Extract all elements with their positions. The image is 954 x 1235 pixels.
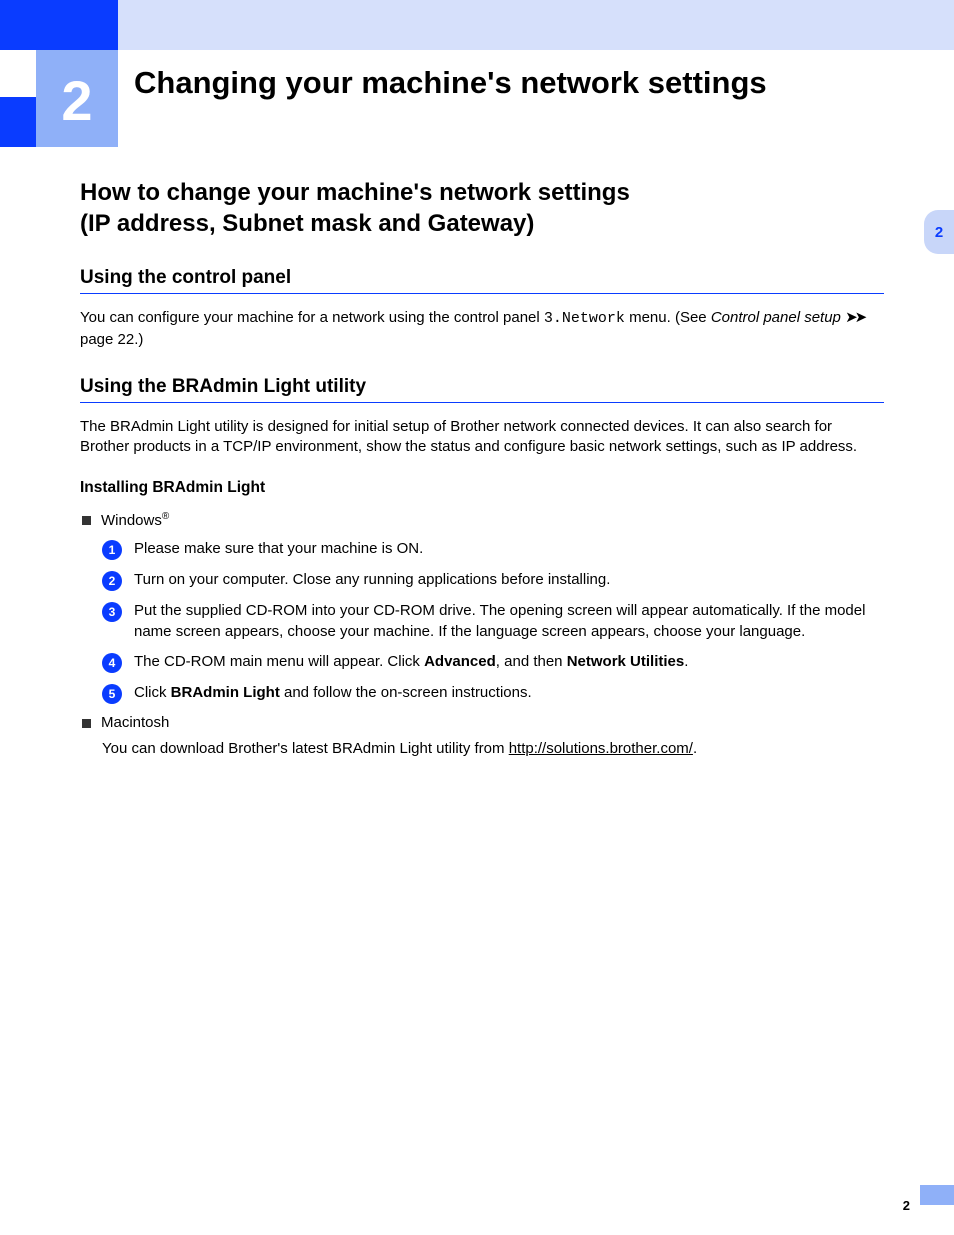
registered-mark: ®: [162, 511, 169, 522]
text-fragment: , and then: [496, 653, 567, 670]
subsection-control-panel: Using the control panel: [80, 267, 884, 294]
top-light-band: [118, 0, 954, 50]
bold-label: Network Utilities: [567, 653, 685, 670]
square-bullet-icon: [82, 516, 91, 525]
footer-accent-stripe: [920, 1185, 954, 1205]
text-fragment: and follow the on-screen instructions.: [280, 684, 532, 701]
text-fragment: The CD-ROM main menu will appear. Click: [134, 653, 424, 670]
subsection-bradmin: Using the BRAdmin Light utility: [80, 376, 884, 403]
bradmin-paragraph: The BRAdmin Light utility is designed fo…: [80, 417, 884, 458]
installing-heading: Installing BRAdmin Light: [80, 479, 884, 497]
square-bullet-icon: [82, 719, 91, 728]
step-number-icon: 4: [102, 653, 122, 673]
macintosh-text: You can download Brother's latest BRAdmi…: [102, 739, 884, 759]
bold-label: BRAdmin Light: [171, 684, 280, 701]
text-fragment: You can download Brother's latest BRAdmi…: [102, 740, 509, 757]
page-number: 2: [903, 1198, 910, 1213]
windows-steps: 1 Please make sure that your machine is …: [102, 539, 884, 704]
windows-label: Windows®: [101, 511, 169, 529]
text-fragment: Windows: [101, 512, 162, 529]
section-heading-line2: (IP address, Subnet mask and Gateway): [80, 210, 534, 237]
macintosh-label: Macintosh: [101, 714, 169, 731]
chapter-title: Changing your machine's network settings: [118, 50, 954, 147]
text-fragment: page 22.): [80, 331, 143, 348]
bold-label: Advanced: [424, 653, 496, 670]
step-number-icon: 1: [102, 540, 122, 560]
step-number-icon: 5: [102, 684, 122, 704]
top-band: [0, 0, 954, 50]
top-blue-block: [0, 0, 118, 50]
text-fragment: Click: [134, 684, 171, 701]
section-heading-line1: How to change your machine's network set…: [80, 179, 630, 206]
chapter-header: 2 Changing your machine's network settin…: [0, 50, 954, 147]
text-fragment: menu. (See: [625, 309, 711, 326]
text-fragment: You can configure your machine for a net…: [80, 309, 544, 326]
text-fragment: .: [693, 740, 697, 757]
step-text: Put the supplied CD-ROM into your CD-ROM…: [134, 601, 884, 642]
step-text: The CD-ROM main menu will appear. Click …: [134, 652, 884, 672]
xref-arrows-icon: ➤➤: [845, 309, 864, 326]
step-number-icon: 3: [102, 602, 122, 622]
blue-accent-strip: [0, 97, 36, 147]
step-3: 3 Put the supplied CD-ROM into your CD-R…: [102, 601, 884, 642]
section-heading: How to change your machine's network set…: [80, 177, 884, 239]
step-text: Turn on your computer. Close any running…: [134, 570, 884, 590]
download-link[interactable]: http://solutions.brother.com/: [509, 740, 693, 757]
text-fragment: .: [684, 653, 688, 670]
chapter-number-badge: 2: [36, 50, 118, 147]
side-tab: 2: [924, 210, 954, 254]
menu-code: 3.Network: [544, 310, 625, 327]
step-1: 1 Please make sure that your machine is …: [102, 539, 884, 560]
step-text: Click BRAdmin Light and follow the on-sc…: [134, 683, 884, 703]
step-text: Please make sure that your machine is ON…: [134, 539, 884, 559]
step-2: 2 Turn on your computer. Close any runni…: [102, 570, 884, 591]
control-panel-paragraph: You can configure your machine for a net…: [80, 308, 884, 350]
xref-italic: Control panel setup: [711, 309, 841, 326]
step-4: 4 The CD-ROM main menu will appear. Clic…: [102, 652, 884, 673]
step-number-icon: 2: [102, 571, 122, 591]
content-area: How to change your machine's network set…: [0, 177, 954, 759]
bullet-macintosh: Macintosh: [82, 714, 884, 731]
bullet-windows: Windows®: [82, 511, 884, 529]
step-5: 5 Click BRAdmin Light and follow the on-…: [102, 683, 884, 704]
